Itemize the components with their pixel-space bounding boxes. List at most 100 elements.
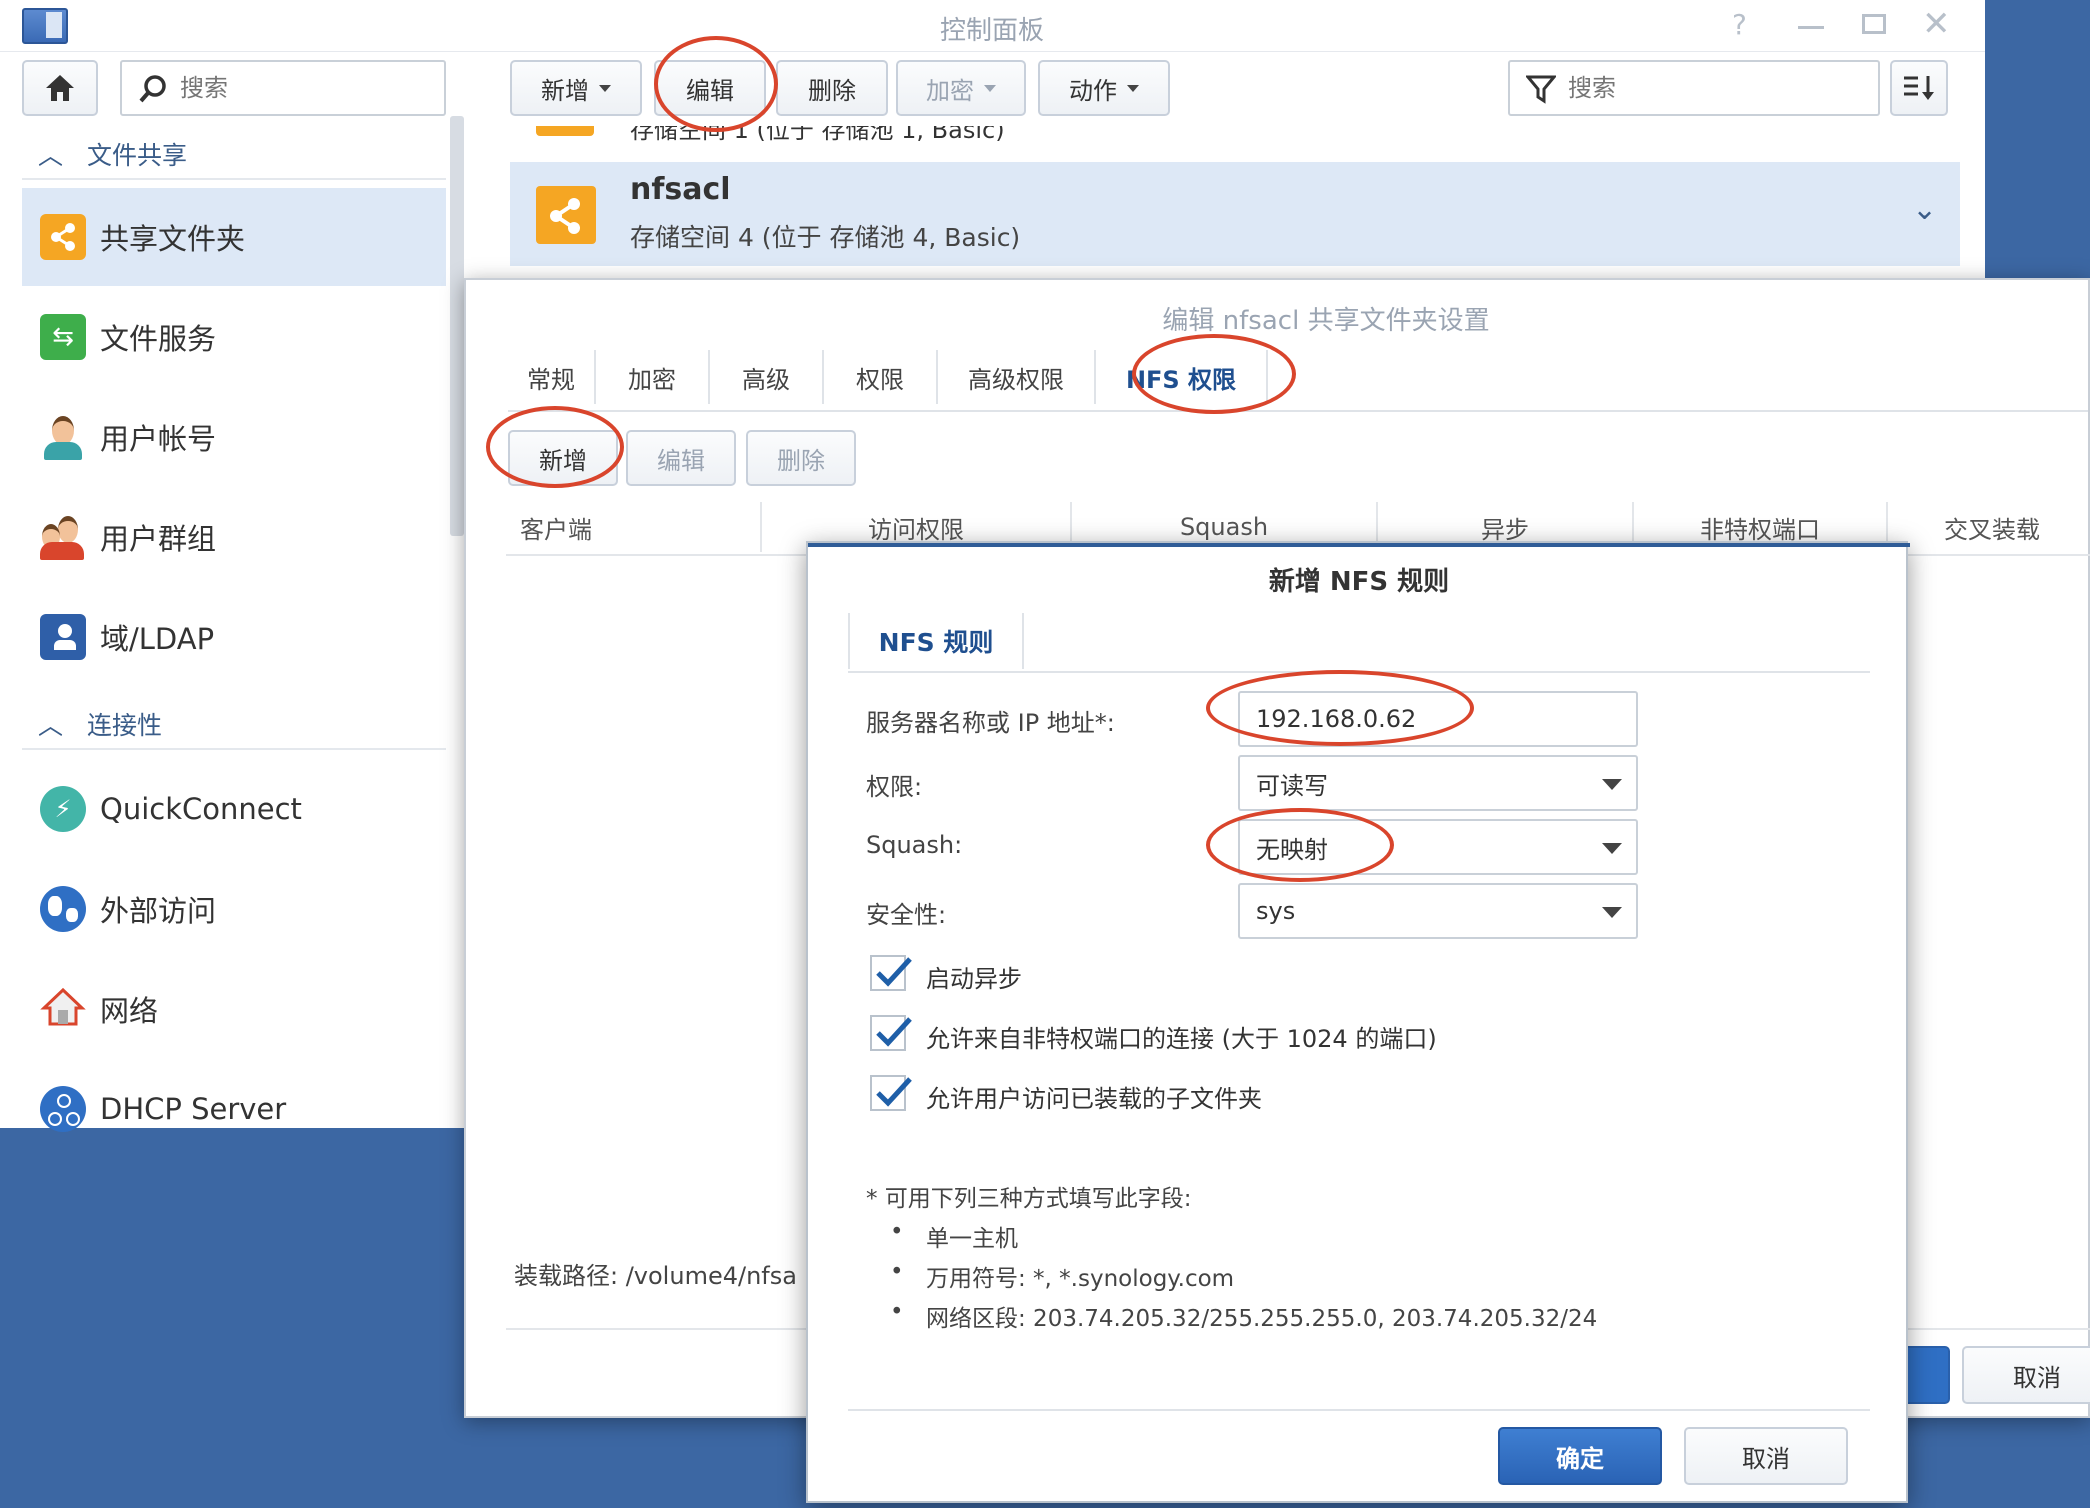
- chevron-down-icon: [984, 84, 996, 92]
- ok-button[interactable]: 确定: [1498, 1427, 1662, 1485]
- chevron-down-icon: [599, 84, 611, 92]
- privilege-label: 权限:: [866, 773, 923, 801]
- share-list: 存储空间 1 (位于 存储池 1, Basic) nfsacl 存储空间 4 (…: [510, 126, 1960, 276]
- filter-icon: [1526, 75, 1556, 104]
- action-button[interactable]: 动作: [1038, 60, 1170, 116]
- note-bullet: •: [890, 1259, 904, 1285]
- sidebar-scrollbar[interactable]: [450, 116, 464, 536]
- subfolder-access-checkbox[interactable]: [870, 1075, 912, 1111]
- async-checkbox[interactable]: [870, 955, 912, 991]
- checkmark-icon: [876, 1017, 912, 1047]
- edit-dialog-cancel-button[interactable]: 取消: [1962, 1346, 2090, 1404]
- sidebar-item-file-services[interactable]: ⇆ 文件服务: [22, 288, 446, 386]
- help-icon[interactable]: ?: [1732, 8, 1747, 41]
- new-nfs-rule-dialog: 新增 NFS 规则 NFS 规则 服务器名称或 IP 地址*: 192.168.…: [806, 541, 1910, 1503]
- sidebar-item-user[interactable]: 用户帐号: [22, 388, 446, 486]
- note-item: 万用符号: *, *.synology.com: [926, 1266, 1235, 1292]
- sidebar-item-label: QuickConnect: [100, 792, 302, 826]
- squash-label: Squash:: [866, 831, 963, 859]
- chevron-up-icon: ︿: [38, 141, 64, 170]
- create-button[interactable]: 新增: [510, 60, 642, 116]
- share-location: 存储空间 1 (位于 存储池 1, Basic): [630, 126, 1005, 144]
- sidebar-item-network[interactable]: 网络: [22, 960, 446, 1058]
- section-file-sharing[interactable]: ︿ 文件共享: [38, 136, 187, 172]
- chevron-down-icon: [1602, 907, 1622, 918]
- encrypt-button[interactable]: 加密: [896, 60, 1026, 116]
- sidebar-item-label: 共享文件夹: [100, 222, 246, 256]
- sidebar-item-label: 用户群组: [100, 522, 217, 556]
- sidebar-item-label: 域/LDAP: [100, 622, 215, 656]
- sidebar-item-quickconnect[interactable]: ⚡ QuickConnect: [22, 760, 446, 858]
- chevron-up-icon: ︿: [38, 711, 64, 740]
- privilege-select[interactable]: 可读写: [1238, 755, 1638, 811]
- chevron-down-icon[interactable]: ⌄: [1912, 192, 1937, 227]
- list-search-input[interactable]: [1566, 70, 1856, 106]
- sidebar-item-shared-folder[interactable]: 共享文件夹: [22, 188, 446, 286]
- sidebar-search-input[interactable]: [178, 70, 428, 106]
- chevron-down-icon: [1602, 779, 1622, 790]
- share-row-selected[interactable]: nfsacl 存储空间 4 (位于 存储池 4, Basic) ⌄: [510, 162, 1960, 266]
- column-client[interactable]: 客户端: [506, 502, 762, 552]
- security-select[interactable]: sys: [1238, 883, 1638, 939]
- nonprivileged-port-checkbox[interactable]: [870, 1015, 912, 1051]
- sidebar: ︿ 文件共享 共享文件夹 ⇆ 文件服务 用户帐号 用户群组 域/LDAP ︿ 连…: [0, 52, 470, 1132]
- cancel-button[interactable]: 取消: [1684, 1427, 1848, 1485]
- sidebar-item-ldap[interactable]: 域/LDAP: [22, 588, 446, 686]
- sidebar-item-dhcp[interactable]: DHCP Server: [22, 1060, 446, 1158]
- minimize-icon[interactable]: [1798, 26, 1824, 29]
- edit-button[interactable]: 编辑: [654, 60, 766, 116]
- host-input[interactable]: 192.168.0.62: [1238, 691, 1638, 747]
- chevron-down-icon: [1127, 84, 1139, 92]
- section-connectivity[interactable]: ︿ 连接性: [38, 706, 162, 742]
- squash-select[interactable]: 无映射: [1238, 819, 1638, 875]
- async-label: 启动异步: [926, 965, 1022, 993]
- section-label: 文件共享: [86, 141, 187, 170]
- home-button[interactable]: [22, 60, 98, 116]
- folder-icon: [536, 126, 594, 136]
- share-row[interactable]: 存储空间 1 (位于 存储池 1, Basic): [510, 126, 1960, 162]
- window-titlebar: 控制面板 ? ✕: [0, 0, 1985, 52]
- window-title: 控制面板: [940, 16, 1045, 46]
- host-label: 服务器名称或 IP 地址*:: [866, 709, 1115, 737]
- close-icon[interactable]: ✕: [1922, 4, 1951, 44]
- note-item: 单一主机: [926, 1226, 1018, 1252]
- sidebar-item-group[interactable]: 用户群组: [22, 488, 446, 586]
- sidebar-item-label: 文件服务: [100, 322, 217, 356]
- dhcp-icon: [40, 1086, 86, 1132]
- share-name: nfsacl: [630, 172, 731, 207]
- tab-nfs-rule[interactable]: NFS 规则: [848, 613, 1024, 669]
- share-folder-icon: [536, 186, 596, 244]
- home-icon: [46, 75, 74, 101]
- maximize-icon[interactable]: [1862, 14, 1886, 34]
- nonprivileged-port-label: 允许来自非特权端口的连接 (大于 1024 的端口): [926, 1025, 1437, 1053]
- quickconnect-icon: ⚡: [40, 786, 86, 832]
- nfs-rules-table-header: 客户端 访问权限 Squash 异步 非特权端口 交叉装载: [506, 280, 2090, 580]
- sidebar-item-label: 网络: [100, 994, 159, 1028]
- mount-path: 装载路径: /volume4/nfsa: [514, 1262, 797, 1290]
- dialog-title: 新增 NFS 规则: [1268, 567, 1450, 597]
- sidebar-item-label: 外部访问: [100, 894, 217, 928]
- globe-icon: [40, 886, 86, 932]
- share-location: 存储空间 4 (位于 存储池 4, Basic): [630, 223, 1021, 252]
- share-folder-icon: [40, 214, 86, 260]
- delete-button[interactable]: 删除: [776, 60, 888, 116]
- security-label: 安全性:: [866, 901, 947, 929]
- chevron-down-icon: [1602, 843, 1622, 854]
- search-icon: [139, 75, 166, 103]
- note-heading: * 可用下列三种方式填写此字段:: [866, 1186, 1192, 1212]
- note-bullet: •: [890, 1219, 904, 1245]
- sidebar-search[interactable]: [120, 60, 446, 116]
- note-bullet: •: [890, 1299, 904, 1325]
- home-network-icon: [40, 986, 86, 1032]
- sort-button[interactable]: [1890, 60, 1948, 116]
- sidebar-item-label: 用户帐号: [100, 422, 217, 456]
- note-item: 网络区段: 203.74.205.32/255.255.255.0, 203.7…: [926, 1306, 1598, 1332]
- checkmark-icon: [876, 957, 912, 987]
- sidebar-item-label: DHCP Server: [100, 1092, 287, 1126]
- subfolder-access-label: 允许用户访问已装载的子文件夹: [926, 1085, 1262, 1113]
- ldap-icon: [40, 614, 86, 660]
- column-cross-mount[interactable]: 交叉装载: [1888, 502, 2090, 552]
- app-icon: [22, 8, 68, 44]
- list-search[interactable]: [1508, 60, 1880, 116]
- sidebar-item-external-access[interactable]: 外部访问: [22, 860, 446, 958]
